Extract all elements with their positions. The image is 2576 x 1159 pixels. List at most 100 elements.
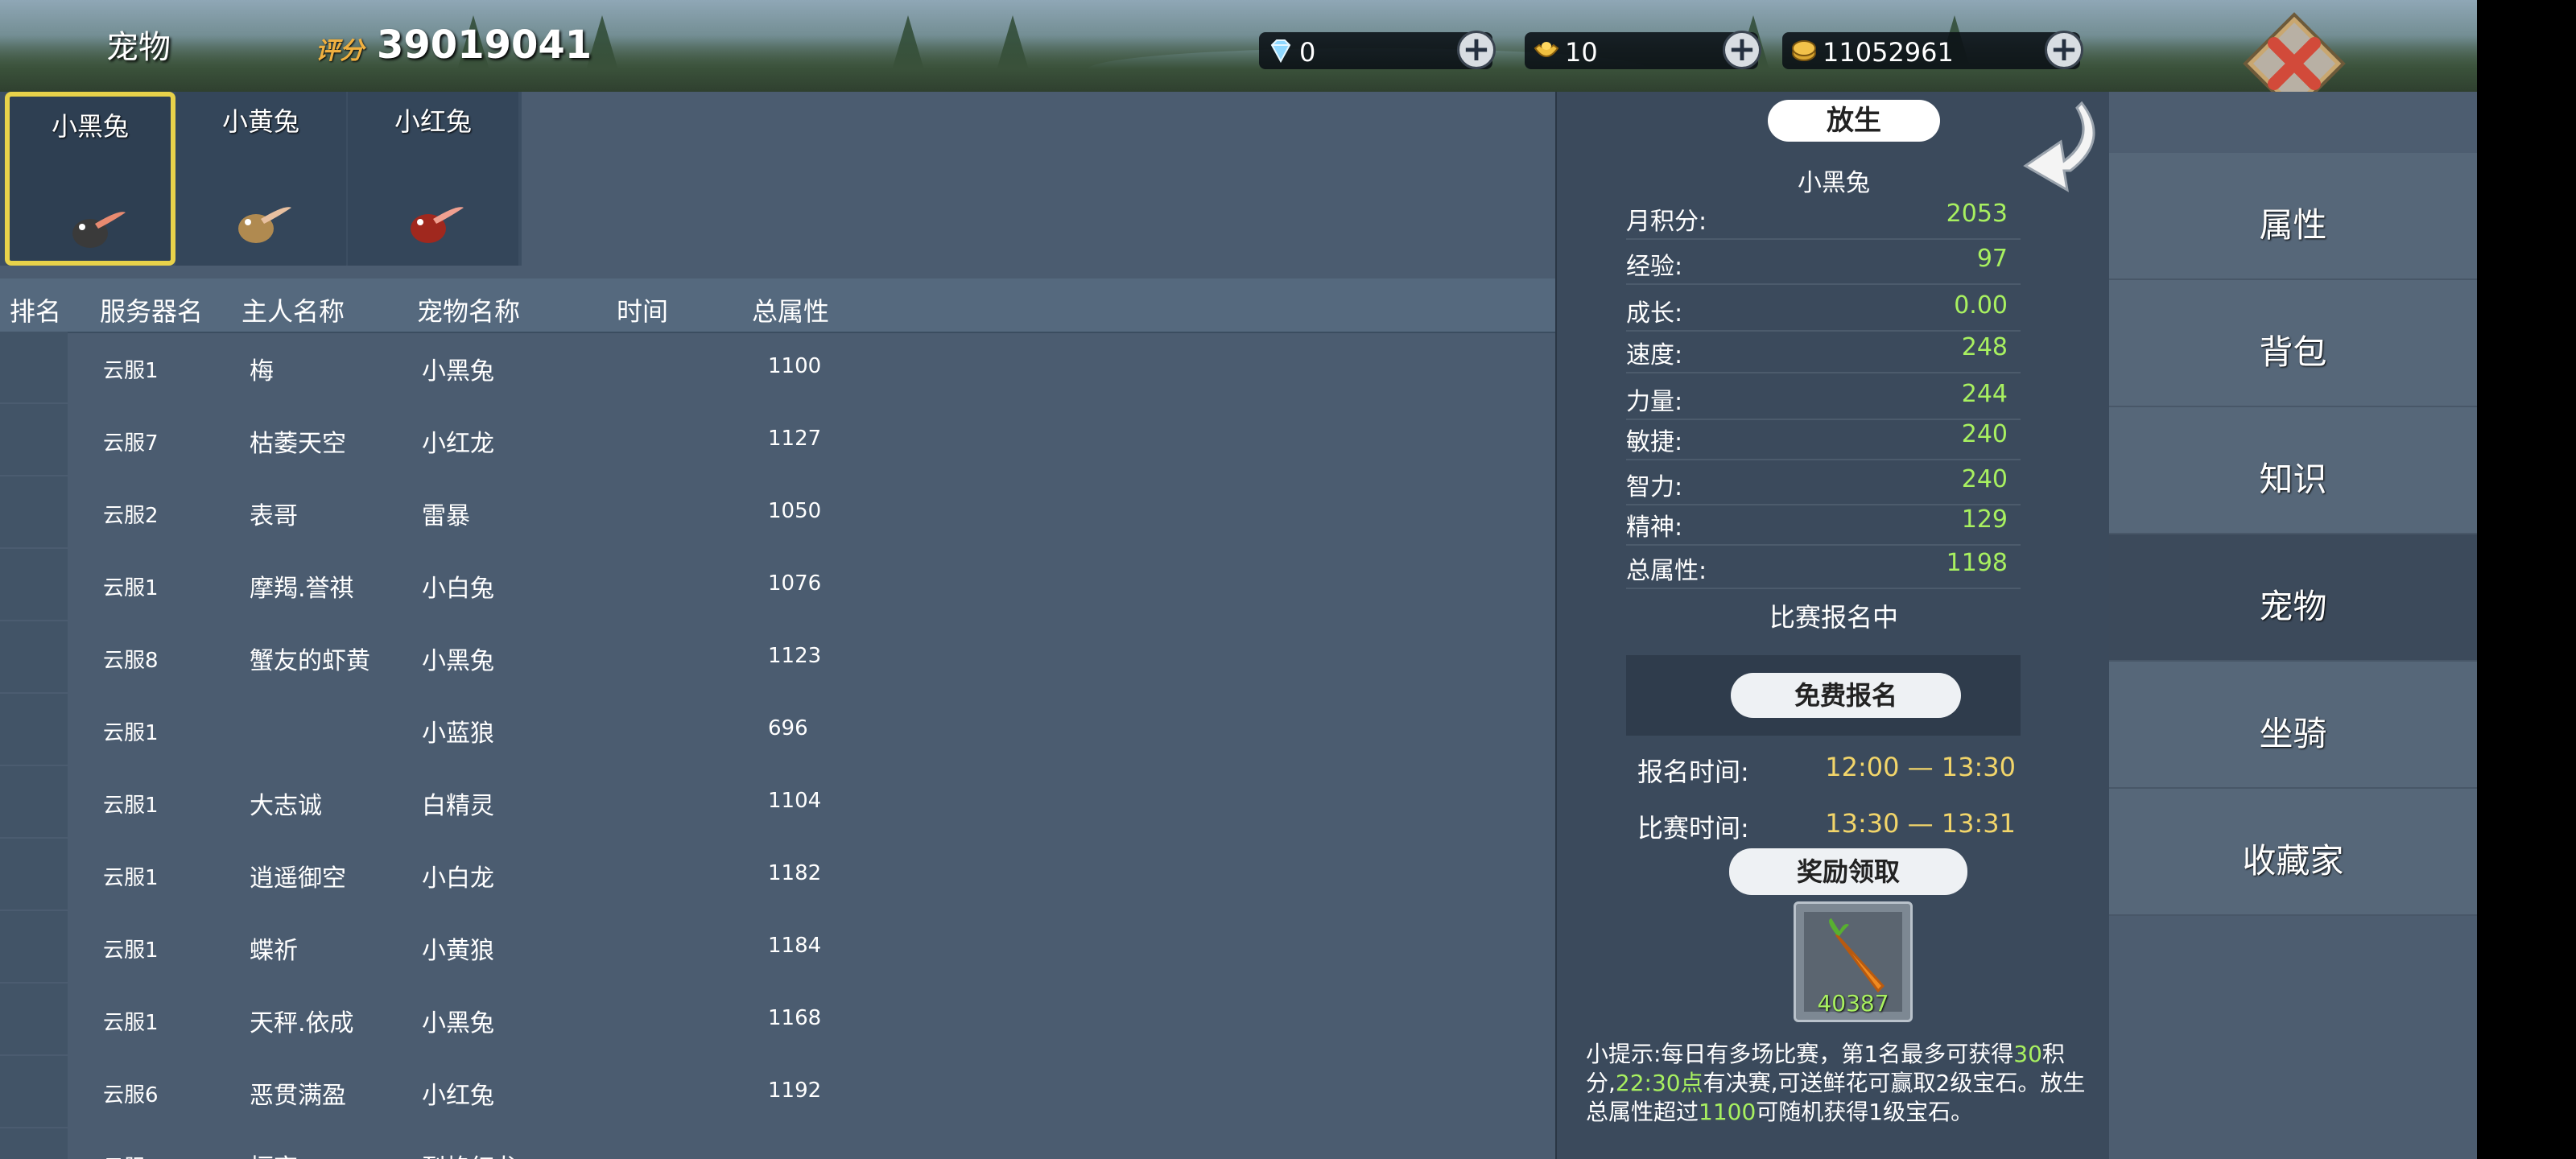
tip-text: 小提示:每日有多场比赛，第1名最多可获得30积分,22:30点有决赛,可送鲜花可… xyxy=(1586,1040,2093,1127)
total-cell: 1100 xyxy=(768,354,822,378)
owner-cell: 天秤.依成 xyxy=(250,1009,354,1037)
pet-cell: 小黄狼 xyxy=(422,937,494,965)
server-cell: 云服6 xyxy=(103,1083,159,1107)
header-time: 时间 xyxy=(617,296,669,327)
reward-claim-button[interactable]: 奖励领取 xyxy=(1729,848,1967,895)
stat-row: 总属性: 1198 xyxy=(1626,546,2021,589)
table-row[interactable]: 云服1 恒亮 烈焰红龙 xyxy=(0,1128,1555,1159)
rank-cell xyxy=(0,621,68,692)
total-cell: 1050 xyxy=(768,499,822,523)
rank-cell xyxy=(0,1128,68,1159)
release-button[interactable]: 放生 xyxy=(1768,100,1940,142)
stat-row: 力量: 244 xyxy=(1626,377,2021,420)
pet-cell: 小白龙 xyxy=(422,864,494,893)
rank-cell xyxy=(0,766,68,837)
coin-count: 11052961 xyxy=(1823,37,1954,68)
tip-text-part: 可随机获得1级宝石。 xyxy=(1756,1099,1974,1125)
reward-item-count: 40387 xyxy=(1817,990,1889,1017)
table-row[interactable]: 云服1 小蓝狼 696 xyxy=(0,694,1555,766)
rank-cell xyxy=(0,404,68,475)
stat-label: 月积分: xyxy=(1626,208,1707,236)
server-cell: 云服2 xyxy=(103,504,159,528)
total-cell: 696 xyxy=(768,716,808,740)
table-row[interactable]: 云服1 梅 小黑兔 1100 xyxy=(0,332,1555,404)
stat-value: 0.00 xyxy=(1954,291,2008,320)
table-row[interactable]: 云服7 枯萎天空 小红龙 1127 xyxy=(0,404,1555,476)
table-row[interactable]: 云服1 天秤.依成 小黑兔 1168 xyxy=(0,984,1555,1056)
pet-tab-black-rabbit[interactable]: 小黑兔 xyxy=(5,92,175,266)
server-cell: 云服1 xyxy=(103,938,159,963)
total-cell: 1104 xyxy=(768,789,822,813)
pet-cell: 小蓝狼 xyxy=(422,720,494,748)
stat-row: 月积分: 2053 xyxy=(1626,196,2021,240)
nav-item-label: 收藏家 xyxy=(2242,841,2344,881)
table-row[interactable]: 云服6 恶贯满盈 小红兔 1192 xyxy=(0,1056,1555,1128)
pet-tab-strip: 小黑兔 小黄兔 小红兔 xyxy=(0,92,522,266)
stat-value: 240 xyxy=(1961,465,2008,493)
pet-avatar-icon xyxy=(411,207,464,243)
free-register-button[interactable]: 免费报名 xyxy=(1731,673,1961,718)
table-row[interactable]: 云服2 表哥 雷暴 1050 xyxy=(0,476,1555,549)
signup-time-value: 12:00 — 13:30 xyxy=(1825,752,2016,782)
right-nav: 属性 背包 知识 宠物坐骑收藏家 xyxy=(2109,92,2477,1159)
pet-tab-yellow-rabbit[interactable]: 小黄兔 xyxy=(175,92,346,266)
reward-item-slot[interactable]: 40387 xyxy=(1794,901,1913,1022)
stat-label: 总属性: xyxy=(1626,557,1707,585)
nav-item-knowledge[interactable]: 知识 xyxy=(2109,407,2477,534)
stat-row: 经验: 97 xyxy=(1626,241,2021,285)
table-row[interactable]: 云服1 大志诚 白精灵 1104 xyxy=(0,766,1555,839)
tip-text-part: 小提示:每日有多场比赛，第1名最多可获得 xyxy=(1586,1041,2014,1067)
owner-cell: 摩羯.誉祺 xyxy=(250,575,354,603)
pet-tab-label: 小红兔 xyxy=(394,106,472,137)
header-pet: 宠物名称 xyxy=(417,296,521,327)
table-row[interactable]: 云服1 蝶祈 小黄狼 1184 xyxy=(0,911,1555,984)
total-cell: 1076 xyxy=(768,571,822,596)
rank-cell xyxy=(0,911,68,982)
stat-row: 成长: 0.00 xyxy=(1626,288,2021,332)
server-cell: 云服8 xyxy=(103,649,159,673)
total-cell: 1127 xyxy=(768,427,822,451)
pet-avatar-icon xyxy=(238,207,291,243)
stat-value: 129 xyxy=(1961,505,2008,534)
stat-value: 240 xyxy=(1961,420,2008,448)
nav-item-mount[interactable]: 坐骑 xyxy=(2109,662,2477,789)
nav-item-label: 坐骑 xyxy=(2259,714,2327,753)
nav-item-backpack[interactable]: 背包 xyxy=(2109,280,2477,407)
stat-row: 智力: 240 xyxy=(1626,462,2021,505)
gold-ingot-icon xyxy=(1534,42,1559,57)
pet-cell: 小红龙 xyxy=(422,430,494,458)
coin-counter: 11052961 + xyxy=(1782,31,2083,69)
server-cell: 云服7 xyxy=(103,431,159,456)
nav-item-collector[interactable]: 收藏家 xyxy=(2109,789,2477,916)
rank-cell xyxy=(0,549,68,620)
pet-cell: 小白兔 xyxy=(422,575,494,603)
stat-label: 精神: xyxy=(1626,514,1683,542)
owner-cell: 枯萎天空 xyxy=(250,430,346,458)
table-row[interactable]: 云服1 摩羯.誉祺 小白兔 1076 xyxy=(0,549,1555,621)
table-row[interactable]: 云服8 蟹友的虾黄 小黑兔 1123 xyxy=(0,621,1555,694)
coin-icon xyxy=(1792,40,1816,61)
signup-time-row: 报名时间: 12:00 — 13:30 xyxy=(1637,744,2016,792)
nav-item-attributes[interactable]: 属性 xyxy=(2109,153,2477,280)
table-row[interactable]: 云服1 逍遥御空 小白龙 1182 xyxy=(0,839,1555,911)
add-diamond-button[interactable]: + xyxy=(1457,31,1496,69)
rank-cell xyxy=(0,694,68,765)
server-cell: 云服1 xyxy=(103,866,159,890)
server-cell: 云服1 xyxy=(103,721,159,745)
owner-cell: 逍遥御空 xyxy=(250,864,346,893)
add-coin-button[interactable]: + xyxy=(2045,31,2083,69)
nav-item-pet[interactable]: 宠物 xyxy=(2109,534,2477,662)
owner-cell: 蟹友的虾黄 xyxy=(250,647,370,675)
server-cell: 云服1 xyxy=(103,794,159,818)
close-button[interactable] xyxy=(2242,11,2347,92)
owner-cell: 梅 xyxy=(250,357,274,386)
pet-avatar-icon xyxy=(72,212,126,248)
add-ingot-button[interactable]: + xyxy=(1723,31,1761,69)
pet-tab-red-rabbit[interactable]: 小红兔 xyxy=(348,92,518,266)
server-cell: 云服1 xyxy=(103,1151,159,1159)
ingot-count: 10 xyxy=(1565,37,1598,68)
pet-cell: 小黑兔 xyxy=(422,1009,494,1037)
signup-time-label: 报名时间: xyxy=(1637,757,1749,787)
stat-value: 97 xyxy=(1976,245,2008,273)
total-cell: 1192 xyxy=(768,1079,822,1103)
